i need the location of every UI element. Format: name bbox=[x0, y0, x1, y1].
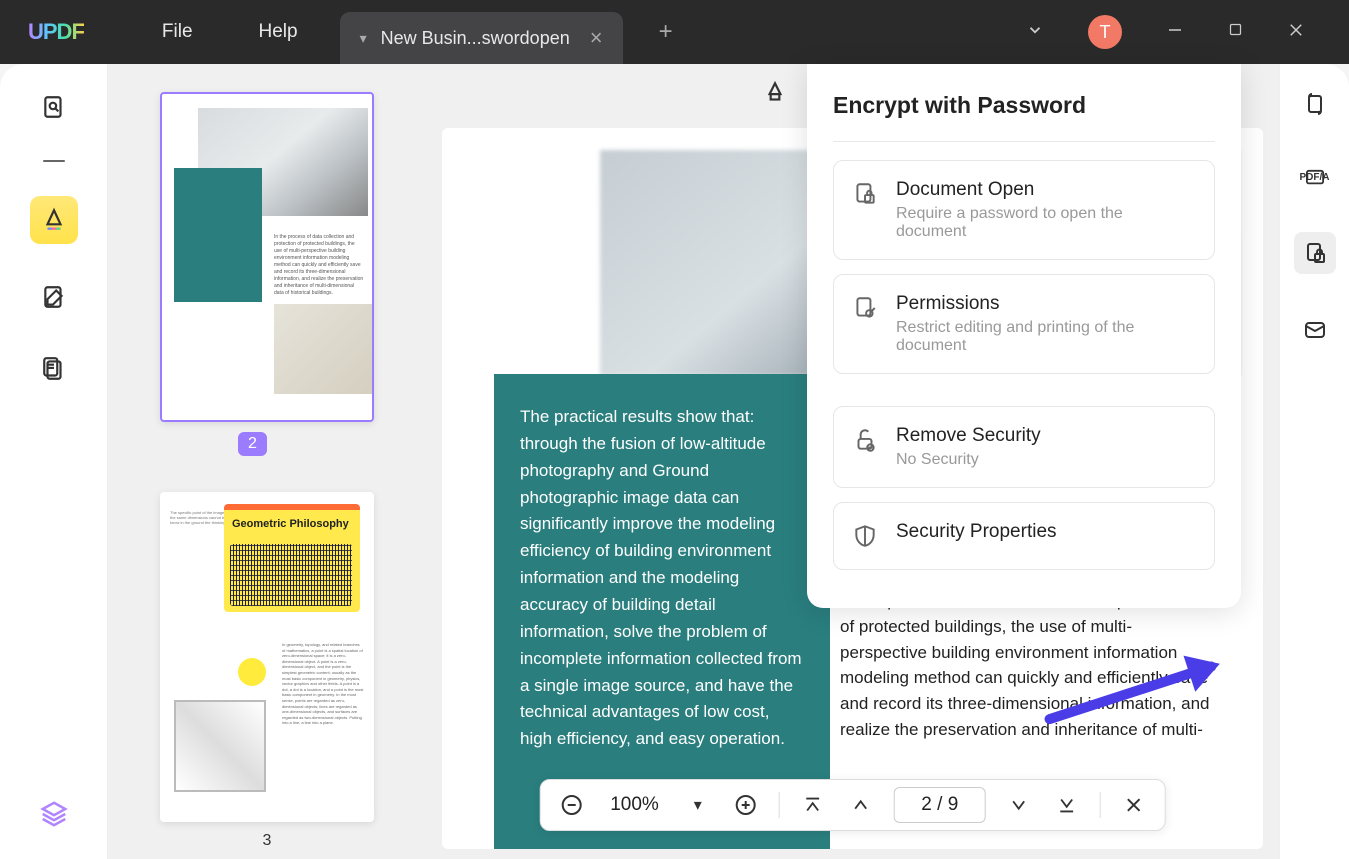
page-indicator[interactable]: 2 / 9 bbox=[894, 787, 986, 823]
zoom-out-icon[interactable] bbox=[556, 790, 586, 820]
page-number: 3 bbox=[146, 832, 388, 850]
chevron-down-icon[interactable] bbox=[1026, 21, 1044, 44]
right-column-text: In the process of data collection and pr… bbox=[840, 588, 1210, 743]
option-label: Permissions bbox=[896, 293, 1196, 315]
tab-close-icon[interactable]: × bbox=[590, 25, 603, 51]
shield-icon bbox=[852, 523, 880, 551]
rail-separator bbox=[43, 160, 65, 162]
teal-block-text: The practical results show that: through… bbox=[494, 374, 830, 849]
tab-dropdown-icon[interactable]: ▾ bbox=[360, 30, 367, 47]
zoom-dropdown-icon[interactable]: ▾ bbox=[683, 790, 713, 820]
maximize-icon[interactable] bbox=[1228, 22, 1243, 42]
unlock-icon bbox=[852, 427, 880, 455]
panel-title: Encrypt with Password bbox=[833, 92, 1215, 142]
minimize-icon[interactable] bbox=[1166, 21, 1184, 44]
document-lock-icon bbox=[852, 181, 880, 209]
option-label: Security Properties bbox=[896, 521, 1057, 543]
logo: UPDF bbox=[28, 19, 84, 45]
option-security-properties[interactable]: Security Properties bbox=[833, 502, 1215, 570]
edit-tool-icon[interactable] bbox=[35, 278, 73, 316]
thumbnail-panel: In the process of data collection and pr… bbox=[108, 64, 426, 859]
menu-file[interactable]: File bbox=[162, 21, 193, 43]
option-sub: Require a password to open the document bbox=[896, 205, 1196, 241]
highlighter-icon[interactable] bbox=[762, 80, 788, 113]
zoom-level: 100% bbox=[610, 794, 659, 816]
close-window-icon[interactable] bbox=[1287, 21, 1305, 44]
encrypt-password-panel: Encrypt with Password Document Open Requ… bbox=[807, 64, 1241, 608]
menu-help[interactable]: Help bbox=[259, 21, 298, 43]
user-avatar[interactable]: T bbox=[1088, 15, 1122, 49]
layers-icon[interactable] bbox=[35, 795, 73, 833]
pdfa-icon[interactable]: PDF/A bbox=[1299, 160, 1331, 192]
close-bar-icon[interactable] bbox=[1119, 790, 1149, 820]
zoom-page-bar: 100% ▾ 2 / 9 bbox=[539, 779, 1166, 831]
option-permissions[interactable]: Permissions Restrict editing and printin… bbox=[833, 274, 1215, 374]
tab-title: New Busin...swordopen bbox=[381, 28, 570, 49]
option-label: Remove Security bbox=[896, 425, 1041, 447]
rotate-icon[interactable] bbox=[1299, 88, 1331, 120]
workspace: In the process of data collection and pr… bbox=[0, 64, 1349, 859]
next-page-icon[interactable] bbox=[1004, 790, 1034, 820]
prev-page-icon[interactable] bbox=[846, 790, 876, 820]
first-page-icon[interactable] bbox=[798, 790, 828, 820]
document-tab[interactable]: ▾ New Busin...swordopen × bbox=[340, 12, 623, 64]
titlebar: UPDF File Help ▾ New Busin...swordopen ×… bbox=[0, 0, 1349, 64]
share-mail-icon[interactable] bbox=[1299, 314, 1331, 346]
last-page-icon[interactable] bbox=[1052, 790, 1082, 820]
document-key-icon bbox=[852, 295, 880, 323]
pages-tool-icon[interactable] bbox=[35, 350, 73, 388]
option-sub: Restrict editing and printing of the doc… bbox=[896, 319, 1196, 355]
page-number-badge: 2 bbox=[238, 432, 267, 456]
annotate-tool-icon[interactable] bbox=[30, 196, 78, 244]
search-icon[interactable] bbox=[35, 88, 73, 126]
right-tool-rail: PDF/A bbox=[1279, 64, 1349, 859]
thumb-title: Geometric Philosophy bbox=[224, 510, 360, 538]
option-document-open[interactable]: Document Open Require a password to open… bbox=[833, 160, 1215, 260]
thumbnail-page-3[interactable]: The specific point of the image can be e… bbox=[160, 492, 374, 822]
new-tab-button[interactable]: + bbox=[659, 18, 673, 46]
option-sub: No Security bbox=[896, 451, 1041, 469]
option-label: Document Open bbox=[896, 179, 1196, 201]
thumbnail-page-2[interactable]: In the process of data collection and pr… bbox=[160, 92, 374, 422]
option-remove-security[interactable]: Remove Security No Security bbox=[833, 406, 1215, 488]
encrypt-icon[interactable] bbox=[1294, 232, 1336, 274]
zoom-in-icon[interactable] bbox=[731, 790, 761, 820]
left-tool-rail bbox=[0, 64, 108, 859]
